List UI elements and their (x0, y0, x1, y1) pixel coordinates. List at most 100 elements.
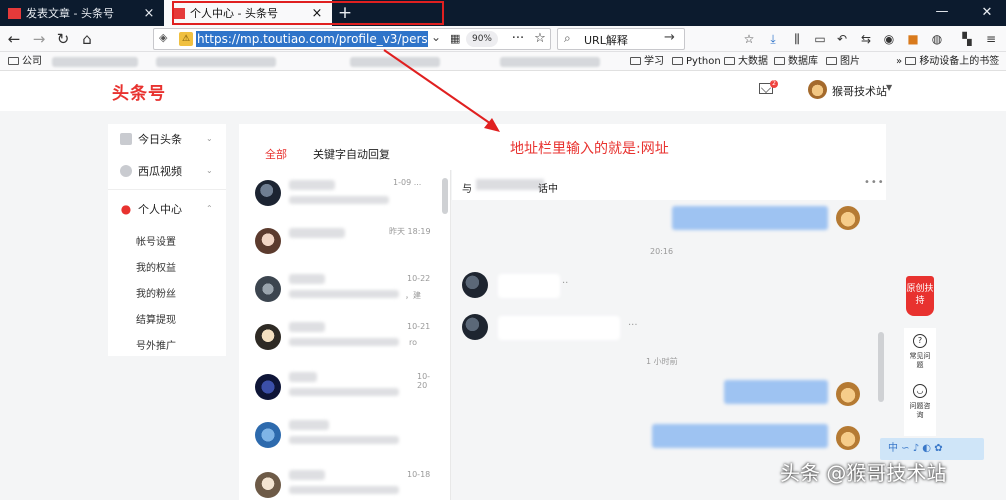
address-bar[interactable]: ◈ ⚠ https://mp.toutiao.com/profile_v3/pe… (153, 28, 551, 50)
tab-keyword-auto-reply[interactable]: 关键字自动回复 (313, 146, 390, 162)
chevron-right-icon: » (896, 56, 903, 67)
undo-icon[interactable]: ↶ (831, 26, 853, 52)
avatar (255, 422, 281, 448)
navigation-toolbar: ← → ↻ ⌂ ◈ ⚠ https://mp.toutiao.com/profi… (0, 26, 1006, 52)
extension-icon[interactable]: ■ (902, 26, 924, 52)
sidebar-sub-settlement[interactable]: 结算提现 (136, 311, 176, 326)
tab-all[interactable]: 全部 (265, 146, 287, 162)
conversation-time: 10-18 (407, 470, 431, 479)
download-icon[interactable]: ⤓ (762, 26, 784, 52)
qr-code-icon[interactable]: ▦ (450, 32, 463, 45)
conversation-time: 10-22 (407, 274, 431, 283)
video-icon (120, 165, 132, 177)
user-name[interactable]: 猴哥技术站 (832, 83, 887, 99)
more-icon[interactable]: ·· (562, 278, 568, 289)
redacted-bookmarks (156, 57, 276, 67)
bookmark-mobile[interactable]: » 移动设备上的书签 (896, 53, 999, 70)
person-icon: ● (120, 202, 132, 216)
original-support-badge[interactable]: 原创扶持 (906, 276, 934, 316)
redacted-name (289, 372, 317, 382)
folder-icon (774, 57, 785, 65)
bookmark-folder-bigdata[interactable]: 大数据 (724, 53, 768, 70)
back-icon[interactable]: ← (3, 26, 25, 52)
avatar[interactable] (808, 80, 827, 99)
site-logo[interactable]: 头条号 (112, 79, 166, 104)
home-icon[interactable]: ⌂ (76, 26, 98, 52)
sidebar-sub-promotion[interactable]: 号外推广 (136, 337, 176, 352)
bookmarks-bar: 公司 学习 Python 大数据 数据库 图片 » 移动设备上的书签 (0, 52, 1006, 71)
zoom-level[interactable]: 90% (466, 31, 498, 47)
url-highlight-box (172, 1, 444, 25)
consult-link[interactable]: 问题咨询 (909, 402, 931, 420)
redacted-name (289, 420, 329, 430)
redacted-message (289, 338, 399, 346)
tracking-shield-icon[interactable]: ◈ (159, 31, 171, 44)
chat-icon[interactable]: ◉ (878, 26, 900, 52)
conversation-list: 1-09 ... 昨天 18:19 10-22 ，建 10-21 ro 10-2… (239, 170, 451, 500)
arrow-right-icon[interactable]: → (664, 30, 675, 45)
sidebar-item-toutiao[interactable]: 今日头条 ⌄ (108, 126, 226, 152)
sidebar-icon[interactable]: ▭ (809, 26, 831, 52)
folder-icon (724, 57, 735, 65)
folder-icon (826, 57, 837, 65)
reload-icon[interactable]: ↻ (52, 26, 74, 52)
list-item[interactable]: 10-21 ro (239, 314, 439, 364)
sync-icon[interactable]: ⇆ (855, 26, 877, 52)
sidebar-sub-account-settings[interactable]: 帐号设置 (136, 233, 176, 248)
sidebar-sub-my-fans[interactable]: 我的粉丝 (136, 285, 176, 300)
url-text[interactable]: https://mp.toutiao.com/profile_v3/person… (196, 31, 428, 47)
search-input[interactable]: URL解释 (584, 32, 628, 48)
more-icon[interactable]: ••• (864, 177, 885, 188)
folder-icon (672, 57, 683, 65)
more-icon[interactable]: ··· (628, 320, 638, 331)
sidebar: 今日头条 ⌄ 西瓜视频 ⌄ ● 个人中心 ⌃ 帐号设置 我的权益 我的粉丝 结算… (108, 124, 226, 356)
redacted-bookmarks (52, 57, 138, 67)
forward-icon[interactable]: → (28, 26, 50, 52)
faq-link[interactable]: 常见问题 (909, 352, 931, 370)
bookmark-folder-python[interactable]: Python (672, 53, 721, 70)
bookmark-folder-company[interactable]: 公司 (8, 53, 42, 70)
list-item[interactable]: 10-22 ，建 (239, 266, 439, 316)
list-item[interactable]: 昨天 18:19 (239, 218, 439, 268)
minimize-icon[interactable]: — (924, 0, 960, 26)
bookmark-folder-images[interactable]: 图片 (826, 53, 860, 70)
message-time: 20:16 (650, 247, 674, 256)
received-message (498, 316, 620, 340)
chevron-down-icon[interactable]: ⌄ (431, 30, 445, 44)
library-icon[interactable]: ⫼ (786, 26, 808, 52)
page-actions-icon[interactable]: ··· (510, 29, 526, 49)
folder-icon (630, 57, 641, 65)
site-info-lock-icon[interactable]: ⚠ (179, 32, 193, 46)
folder-icon (905, 57, 917, 65)
sidebar-sub-my-rights[interactable]: 我的权益 (136, 259, 176, 274)
headset-icon[interactable]: ◡ (913, 384, 927, 398)
bookmark-folder-database[interactable]: 数据库 (774, 53, 818, 70)
menu-icon[interactable]: ≡ (980, 26, 1002, 52)
sidebar-item-personal-center[interactable]: ● 个人中心 ⌃ (108, 196, 226, 222)
scrollbar[interactable] (442, 178, 448, 214)
bookmark-star-icon[interactable]: ☆ (532, 29, 548, 49)
conversation-time: 1-09 ... (393, 178, 422, 187)
avatar (255, 180, 281, 206)
tab-publish-article[interactable]: 发表文章 - 头条号 × (0, 0, 164, 26)
list-item[interactable]: 10-18 (239, 462, 439, 500)
bookmark-manager-icon[interactable]: ☆ (738, 26, 760, 52)
avatar (255, 374, 281, 400)
bookmark-folder-study[interactable]: 学习 (630, 53, 664, 70)
close-icon[interactable]: × (142, 6, 156, 21)
apps-icon[interactable]: ▚ (956, 26, 978, 52)
sidebar-item-xigua-video[interactable]: 西瓜视频 ⌄ (108, 158, 226, 184)
question-icon[interactable]: ? (913, 334, 927, 348)
chevron-down-icon[interactable]: ▼ (886, 83, 892, 92)
account-icon[interactable]: ◍ (926, 26, 948, 52)
message-time: 1 小时前 (646, 357, 678, 366)
search-bar[interactable]: ⌕ URL解释 → (557, 28, 685, 50)
window-close-icon[interactable]: ✕ (968, 0, 1006, 26)
floating-help-panel: 原创扶持 ? 常见问题 ◡ 问题咨询 (904, 276, 936, 436)
list-item[interactable] (239, 412, 439, 462)
toutiao-favicon (8, 7, 21, 19)
list-item[interactable]: 1-09 ... (239, 170, 439, 220)
list-item[interactable]: 10-20 (239, 364, 439, 414)
conversation-time: 昨天 18:19 (389, 227, 431, 236)
scrollbar-thumb[interactable] (878, 332, 884, 402)
